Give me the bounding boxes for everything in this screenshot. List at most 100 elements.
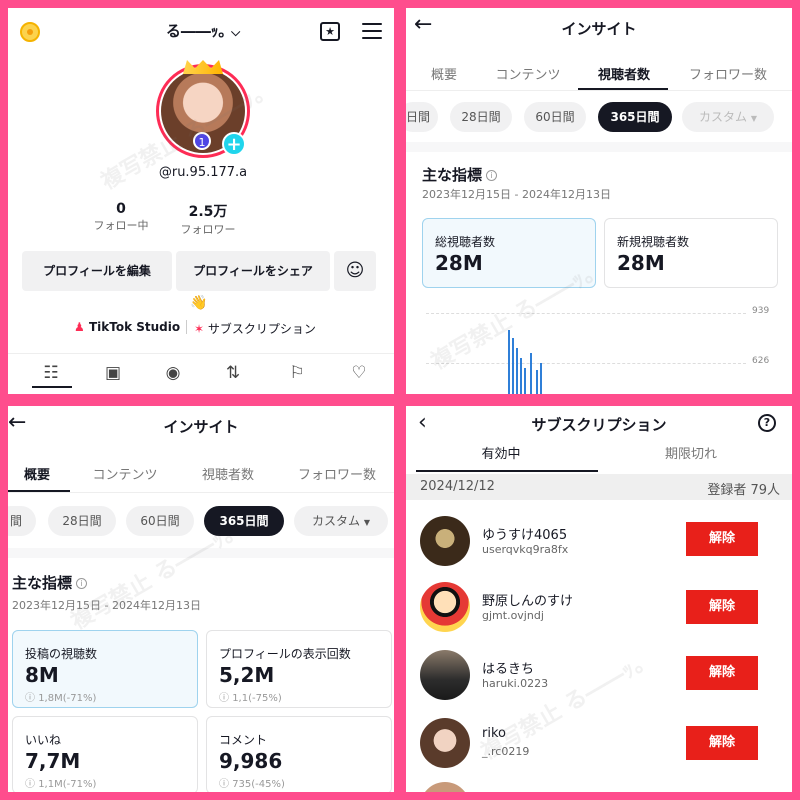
range-365d[interactable]: 365日間 — [204, 506, 284, 536]
range-28d[interactable]: 28日間 — [48, 506, 116, 536]
range-365d[interactable]: 365日間 — [598, 102, 672, 132]
range-custom-label: カスタム — [312, 514, 361, 528]
metric-label: コメント — [219, 733, 268, 747]
subscriber-handle: haruki.0223 — [482, 677, 549, 690]
metric-card-likes[interactable]: いいね 7,7M ⓘ 1,1M(-71%) — [12, 716, 198, 792]
add-story-button[interactable]: + — [222, 132, 246, 156]
tab-overview[interactable]: 概要 — [8, 464, 66, 483]
studio-label: TikTok Studio — [88, 320, 181, 334]
avatar[interactable] — [420, 516, 470, 566]
subs-date: 2024/12/12 — [420, 479, 495, 494]
date-range: 2023年12月15日 - 2024年12月13日 — [12, 599, 201, 612]
tab-content[interactable]: コンテンツ — [486, 64, 570, 83]
tab-viewers[interactable]: 視聴者数 — [186, 464, 270, 483]
chart-bar — [536, 370, 538, 394]
range-pill-partial[interactable]: 間 — [8, 506, 36, 536]
metric-change-value: 1,1M(-71%) — [38, 779, 97, 790]
metric-change-value: 1,1(-75%) — [232, 693, 282, 704]
grid-icon[interactable]: ☷ — [38, 362, 64, 384]
range-60d[interactable]: 60日間 — [126, 506, 194, 536]
tab-active-subs[interactable]: 有効中 — [446, 443, 556, 462]
subscriber-row: ゆうすけ4065 userqvkq9ra8fx 解除 — [406, 510, 792, 574]
subscriber-row: riko _.rc0219 解除 — [406, 712, 792, 776]
share-icon[interactable]: ⇅ — [220, 362, 246, 384]
axis-tick-label: 939 — [752, 306, 770, 316]
tab-divider — [406, 90, 792, 91]
repost-icon[interactable]: ▣ — [100, 362, 126, 384]
tab-viewers[interactable]: 視聴者数 — [584, 64, 664, 83]
range-pill-partial[interactable]: 日間 — [406, 102, 438, 132]
display-name: る――ｯ｡ — [165, 22, 226, 40]
back-arrow-icon[interactable]: ← — [8, 410, 26, 435]
info-icon[interactable]: i — [76, 578, 88, 589]
avatar[interactable] — [420, 650, 470, 700]
chart-bar — [524, 368, 526, 394]
chart-bar — [540, 363, 542, 394]
liked-icon[interactable]: ♡ — [346, 362, 372, 384]
metric-change: ⓘ 1,1(-75%) — [219, 693, 282, 704]
tab-divider — [8, 492, 394, 493]
menu-icon[interactable] — [362, 23, 382, 44]
studio-icon: ♟ — [74, 320, 85, 334]
range-28d[interactable]: 28日間 — [450, 102, 512, 132]
metric-value: 9,986 — [219, 749, 283, 773]
metric-label: いいね — [25, 733, 62, 747]
metric-label: 新規視聴者数 — [617, 235, 690, 249]
tab-followers[interactable]: フォロワー数 — [678, 64, 778, 83]
metric-card-total-viewers[interactable]: 総視聴者数 28M — [422, 218, 596, 288]
edit-profile-button[interactable]: プロフィールを編集 — [22, 251, 172, 291]
add-friend-icon[interactable]: ☺ — [334, 251, 376, 291]
profile-handle: @ru.95.177.a — [158, 165, 248, 180]
subscriber-handle: gjmt.ovjndj — [482, 609, 544, 622]
tab-followers[interactable]: フォロワー数 — [284, 464, 390, 483]
share-profile-button[interactable]: プロフィールをシェア — [176, 251, 330, 291]
cancel-subscription-button[interactable]: 解除 — [686, 726, 758, 760]
subscriber-name: riko — [482, 726, 506, 741]
account-switcher[interactable]: る――ｯ｡ ⌵ — [128, 20, 278, 41]
crown-icon — [183, 60, 223, 74]
metric-label: 総視聴者数 — [435, 235, 496, 249]
range-custom[interactable]: カスタム ▼ — [294, 506, 388, 536]
tab-expired-subs[interactable]: 期限切れ — [636, 443, 746, 462]
metric-change: ⓘ 1,8M(-71%) — [25, 693, 97, 704]
tiktok-studio-link[interactable]: ♟ TikTok Studio — [74, 320, 180, 334]
metric-card-new-viewers[interactable]: 新規視聴者数 28M — [604, 218, 778, 288]
section-gap — [8, 548, 394, 558]
cancel-subscription-button[interactable]: 解除 — [686, 590, 758, 624]
cancel-subscription-button[interactable]: 解除 — [686, 656, 758, 690]
tab-content[interactable]: コンテンツ — [78, 464, 172, 483]
key-metrics-title: 主な指標 i — [12, 572, 88, 593]
avatar[interactable] — [420, 582, 470, 632]
metric-card-profile-views[interactable]: プロフィールの表示回数 5,2M ⓘ 1,1(-75%) — [206, 630, 392, 708]
back-chevron-icon[interactable]: ‹ — [418, 410, 427, 435]
back-arrow-icon[interactable]: ← — [414, 12, 432, 37]
subscriber-name: 野原しんのすけ — [482, 594, 574, 609]
help-icon[interactable]: ? — [758, 414, 776, 432]
subscriber-name: ゆうすけ4065 — [482, 528, 568, 543]
range-60d[interactable]: 60日間 — [524, 102, 586, 132]
followers-label: フォロワー — [180, 223, 236, 236]
saved-icon[interactable]: ⚐ — [284, 362, 310, 384]
chevron-down-icon: ⌵ — [231, 25, 241, 39]
metric-card-comments[interactable]: コメント 9,986 ⓘ 735(-45%) — [206, 716, 392, 792]
chart-bar — [520, 358, 522, 394]
metric-value: 5,2M — [219, 663, 275, 687]
subscription-link[interactable]: ✶ サブスクリプション — [194, 320, 316, 337]
following-stat[interactable]: 0 フォロー中 — [84, 201, 158, 233]
followers-stat[interactable]: 2.5万 フォロワー — [168, 201, 248, 237]
avatar[interactable] — [420, 782, 470, 792]
coin-icon[interactable] — [20, 22, 40, 42]
metric-card-post-views[interactable]: 投稿の視聴数 8M ⓘ 1,8M(-71%) — [12, 630, 198, 708]
range-custom[interactable]: カスタム ▼ — [682, 102, 774, 132]
tab-overview[interactable]: 概要 — [422, 64, 466, 83]
following-label: フォロー中 — [93, 219, 149, 232]
cancel-subscription-button[interactable]: 解除 — [686, 522, 758, 556]
avatar[interactable] — [420, 718, 470, 768]
chart-gridline — [426, 363, 746, 364]
chart-bar — [508, 330, 510, 394]
page-title: インサイト — [163, 418, 239, 436]
info-icon[interactable]: i — [486, 170, 498, 181]
lock-icon[interactable]: ◉ — [160, 362, 186, 384]
calendar-star-icon[interactable]: ★ — [320, 22, 340, 41]
metric-change: ⓘ 1,1M(-71%) — [25, 779, 97, 790]
